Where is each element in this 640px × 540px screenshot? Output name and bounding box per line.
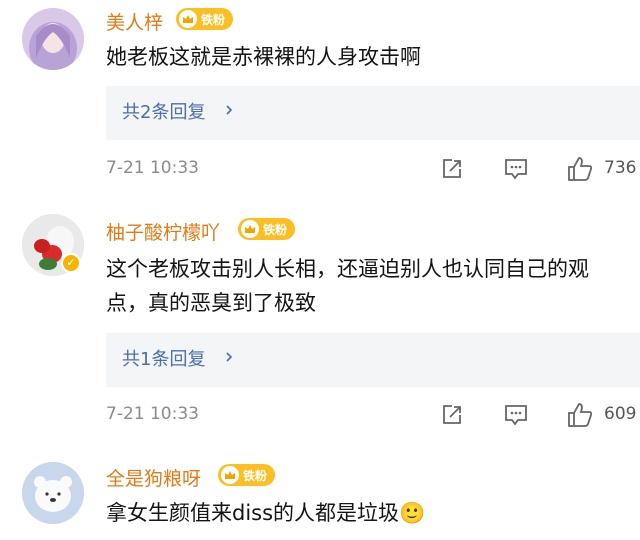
verified-icon: ✓ — [61, 253, 81, 273]
comment-text: 拿女生颜值来diss的人都是垃圾🙂 — [106, 501, 426, 525]
fan-badge[interactable]: 铁粉 — [218, 464, 276, 486]
fan-badge[interactable]: 铁粉 — [176, 8, 234, 30]
chevron-right-icon — [226, 105, 233, 115]
timestamp: 7-21 10:33 — [106, 404, 199, 424]
like-count: 609 — [604, 404, 637, 424]
crown-icon — [221, 466, 239, 484]
view-replies-link[interactable]: 共2条回复 — [122, 86, 205, 140]
username[interactable]: 全是狗粮呀 — [106, 464, 201, 491]
reply-box[interactable]: 共2条回复 — [106, 86, 640, 140]
avatar[interactable] — [22, 8, 84, 70]
comment-item: 全是狗粮呀 铁粉 拿女生颜值来diss的人都是垃圾🙂 — [0, 450, 640, 540]
crown-icon — [241, 220, 259, 238]
share-icon[interactable] — [440, 403, 464, 427]
like-count: 736 — [604, 158, 637, 178]
username[interactable]: 柚子酸柠檬吖 — [106, 218, 220, 245]
chevron-right-icon — [226, 352, 233, 362]
comment-icon[interactable] — [503, 157, 529, 181]
fan-badge[interactable]: 铁粉 — [238, 218, 296, 240]
thumbs-up-icon[interactable] — [566, 155, 594, 183]
comment-item: ✓ 柚子酸柠檬吖 铁粉 这个老板攻击别人长相，还逼迫别人也认同自己的观点，真的恶… — [0, 200, 640, 450]
username[interactable]: 美人梓 — [106, 8, 163, 35]
thumbs-up-icon[interactable] — [566, 401, 594, 429]
avatar[interactable] — [22, 462, 84, 524]
share-icon[interactable] — [440, 157, 464, 181]
comment-text: 这个老板攻击别人长相，还逼迫别人也认同自己的观点，真的恶臭到了极致 — [106, 257, 589, 315]
view-replies-link[interactable]: 共1条回复 — [122, 333, 205, 387]
comment-text: 她老板这就是赤裸裸的人身攻击啊 — [106, 45, 421, 69]
timestamp: 7-21 10:33 — [106, 158, 199, 178]
comment-icon[interactable] — [503, 403, 529, 427]
comment-item: 美人梓 铁粉 她老板这就是赤裸裸的人身攻击啊 共2条回复 7-21 10:33 … — [0, 0, 640, 200]
reply-box[interactable]: 共1条回复 — [106, 333, 640, 387]
crown-icon — [179, 10, 197, 28]
